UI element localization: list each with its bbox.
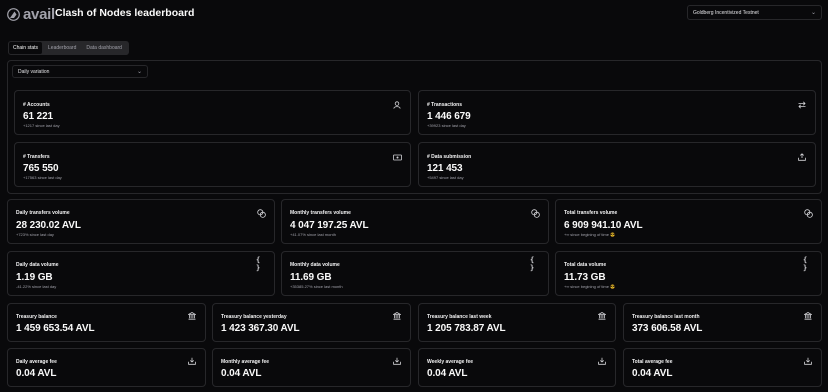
- card-value: 1 446 679: [427, 111, 471, 122]
- card-label: # Transfers: [23, 154, 50, 160]
- transactions-card: # Transactions 1 446 679 +39923 since la…: [418, 90, 816, 135]
- total-data-volume-card: Total data volume { } 11.73 GB +∞ since …: [555, 251, 822, 296]
- card-label: Monthly transfers volume: [290, 210, 351, 216]
- coins-icon: [803, 208, 813, 218]
- card-value: 1 423 367.30 AVL: [221, 323, 300, 334]
- treasury-balance-last-week-card: Treasury balance last week 1 205 783.87 …: [418, 303, 616, 342]
- user-icon: [392, 100, 402, 110]
- card-delta: +39923 since last day: [427, 123, 466, 128]
- banknote-icon: [392, 152, 402, 162]
- daily-transfers-volume-card: Daily transfers volume 28 230.02 AVL +72…: [7, 199, 275, 244]
- tab-data-dashboard[interactable]: Data dashboard: [82, 42, 126, 54]
- card-value: 28 230.02 AVL: [16, 220, 81, 231]
- card-value: 0.04 AVL: [221, 368, 262, 379]
- tab-list: Chain stats Leaderboard Data dashboard: [8, 41, 129, 55]
- card-value: 1 459 653.54 AVL: [16, 323, 95, 334]
- card-delta: +5497 since last day: [427, 175, 464, 180]
- daily-data-volume-card: Daily data volume { } 1.19 GB -41.22% si…: [7, 251, 275, 296]
- card-value: 121 453: [427, 163, 463, 174]
- monthly-average-fee-card: Monthly average fee 0.04 AVL: [212, 348, 411, 387]
- card-label: Daily transfers volume: [16, 210, 70, 216]
- fee-tray-icon: [187, 356, 197, 366]
- card-delta: +723% since last day: [16, 232, 54, 237]
- card-label: Monthly average fee: [221, 359, 270, 365]
- accounts-card: # Accounts 61 221 +1217 since last day: [14, 90, 411, 135]
- transfers-card: # Transfers 765 550 +17563 since last da…: [14, 142, 411, 187]
- coins-icon: [256, 208, 266, 218]
- network-select[interactable]: Goldberg Incentivized Testnet ⌄: [687, 5, 822, 20]
- card-label: Treasury balance last week: [427, 314, 492, 320]
- card-delta: +17563 since last day: [23, 175, 62, 180]
- variation-select-value: Daily variation: [18, 68, 50, 75]
- treasury-balance-last-month-card: Treasury balance last month 373 606.58 A…: [623, 303, 822, 342]
- daily-average-fee-card: Daily average fee 0.04 AVL: [7, 348, 206, 387]
- card-delta: +1217 since last day: [23, 123, 60, 128]
- logo-text: avail: [23, 6, 55, 23]
- fee-tray-icon: [597, 356, 607, 366]
- total-average-fee-card: Total average fee 0.04 AVL: [623, 348, 822, 387]
- chevron-down-icon: ⌄: [136, 69, 142, 75]
- card-delta: +35385.27% since last month: [290, 284, 343, 289]
- card-delta: +∞ since begining of time 😎: [564, 232, 616, 237]
- data-submission-card: # Data submission 121 453 +5497 since la…: [418, 142, 816, 187]
- card-label: Treasury balance: [16, 314, 57, 320]
- network-select-value: Goldberg Incentivized Testnet: [693, 9, 759, 16]
- card-value: 1 205 783.87 AVL: [427, 323, 506, 334]
- card-value: 0.04 AVL: [632, 368, 673, 379]
- card-label: Treasury balance yesterday: [221, 314, 287, 320]
- avail-logo-icon: [7, 8, 20, 21]
- card-label: Total transfers volume: [564, 210, 618, 216]
- bank-icon: [803, 311, 813, 321]
- chevron-down-icon: ⌄: [810, 10, 816, 16]
- treasury-balance-yesterday-card: Treasury balance yesterday 1 423 367.30 …: [212, 303, 411, 342]
- card-delta: -41.22% since last day: [16, 284, 57, 289]
- card-label: Total data volume: [564, 262, 607, 268]
- bank-icon: [597, 311, 607, 321]
- card-value: 765 550: [23, 163, 59, 174]
- card-label: Daily average fee: [16, 359, 57, 365]
- card-value: 373 606.58 AVL: [632, 323, 703, 334]
- tab-leaderboard[interactable]: Leaderboard: [44, 42, 80, 54]
- arrows-swap-icon: [797, 100, 807, 110]
- card-label: Monthly data volume: [290, 262, 340, 268]
- fee-tray-icon: [392, 356, 402, 366]
- card-value: 4 047 197.25 AVL: [290, 220, 369, 231]
- coins-icon: [530, 208, 540, 218]
- treasury-balance-card: Treasury balance 1 459 653.54 AVL: [7, 303, 206, 342]
- total-transfers-volume-card: Total transfers volume 6 909 941.10 AVL …: [555, 199, 822, 244]
- card-value: 0.04 AVL: [427, 368, 468, 379]
- monthly-data-volume-card: Monthly data volume { } 11.69 GB +35385.…: [281, 251, 549, 296]
- card-value: 1.19 GB: [16, 272, 53, 283]
- tab-chain-stats[interactable]: Chain stats: [9, 42, 43, 54]
- bank-icon: [392, 311, 402, 321]
- page-title: Clash of Nodes leaderboard: [55, 7, 195, 19]
- card-label: # Data submission: [427, 154, 472, 160]
- card-delta: +∞ since begining of time 😎: [564, 284, 616, 289]
- card-value: 6 909 941.10 AVL: [564, 220, 643, 231]
- braces-icon: { }: [803, 256, 808, 272]
- card-value: 11.73 GB: [564, 272, 606, 283]
- braces-icon: { }: [256, 256, 261, 272]
- card-label: # Accounts: [23, 102, 50, 108]
- card-value: 61 221: [23, 111, 53, 122]
- card-value: 11.69 GB: [290, 272, 332, 283]
- upload-tray-icon: [797, 152, 807, 162]
- card-label: Weekly average fee: [427, 359, 474, 365]
- bank-icon: [187, 311, 197, 321]
- fee-tray-icon: [803, 356, 813, 366]
- card-label: Total average fee: [632, 359, 673, 365]
- variation-select[interactable]: Daily variation ⌄: [12, 65, 148, 78]
- avail-logo: avail: [7, 6, 55, 23]
- weekly-average-fee-card: Weekly average fee 0.04 AVL: [418, 348, 616, 387]
- card-delta: +41.07% since last month: [290, 232, 336, 237]
- card-value: 0.04 AVL: [16, 368, 57, 379]
- card-label: Treasury balance last month: [632, 314, 700, 320]
- card-label: # Transactions: [427, 102, 463, 108]
- card-label: Daily data volume: [16, 262, 59, 268]
- monthly-transfers-volume-card: Monthly transfers volume 4 047 197.25 AV…: [281, 199, 549, 244]
- braces-icon: { }: [530, 256, 535, 272]
